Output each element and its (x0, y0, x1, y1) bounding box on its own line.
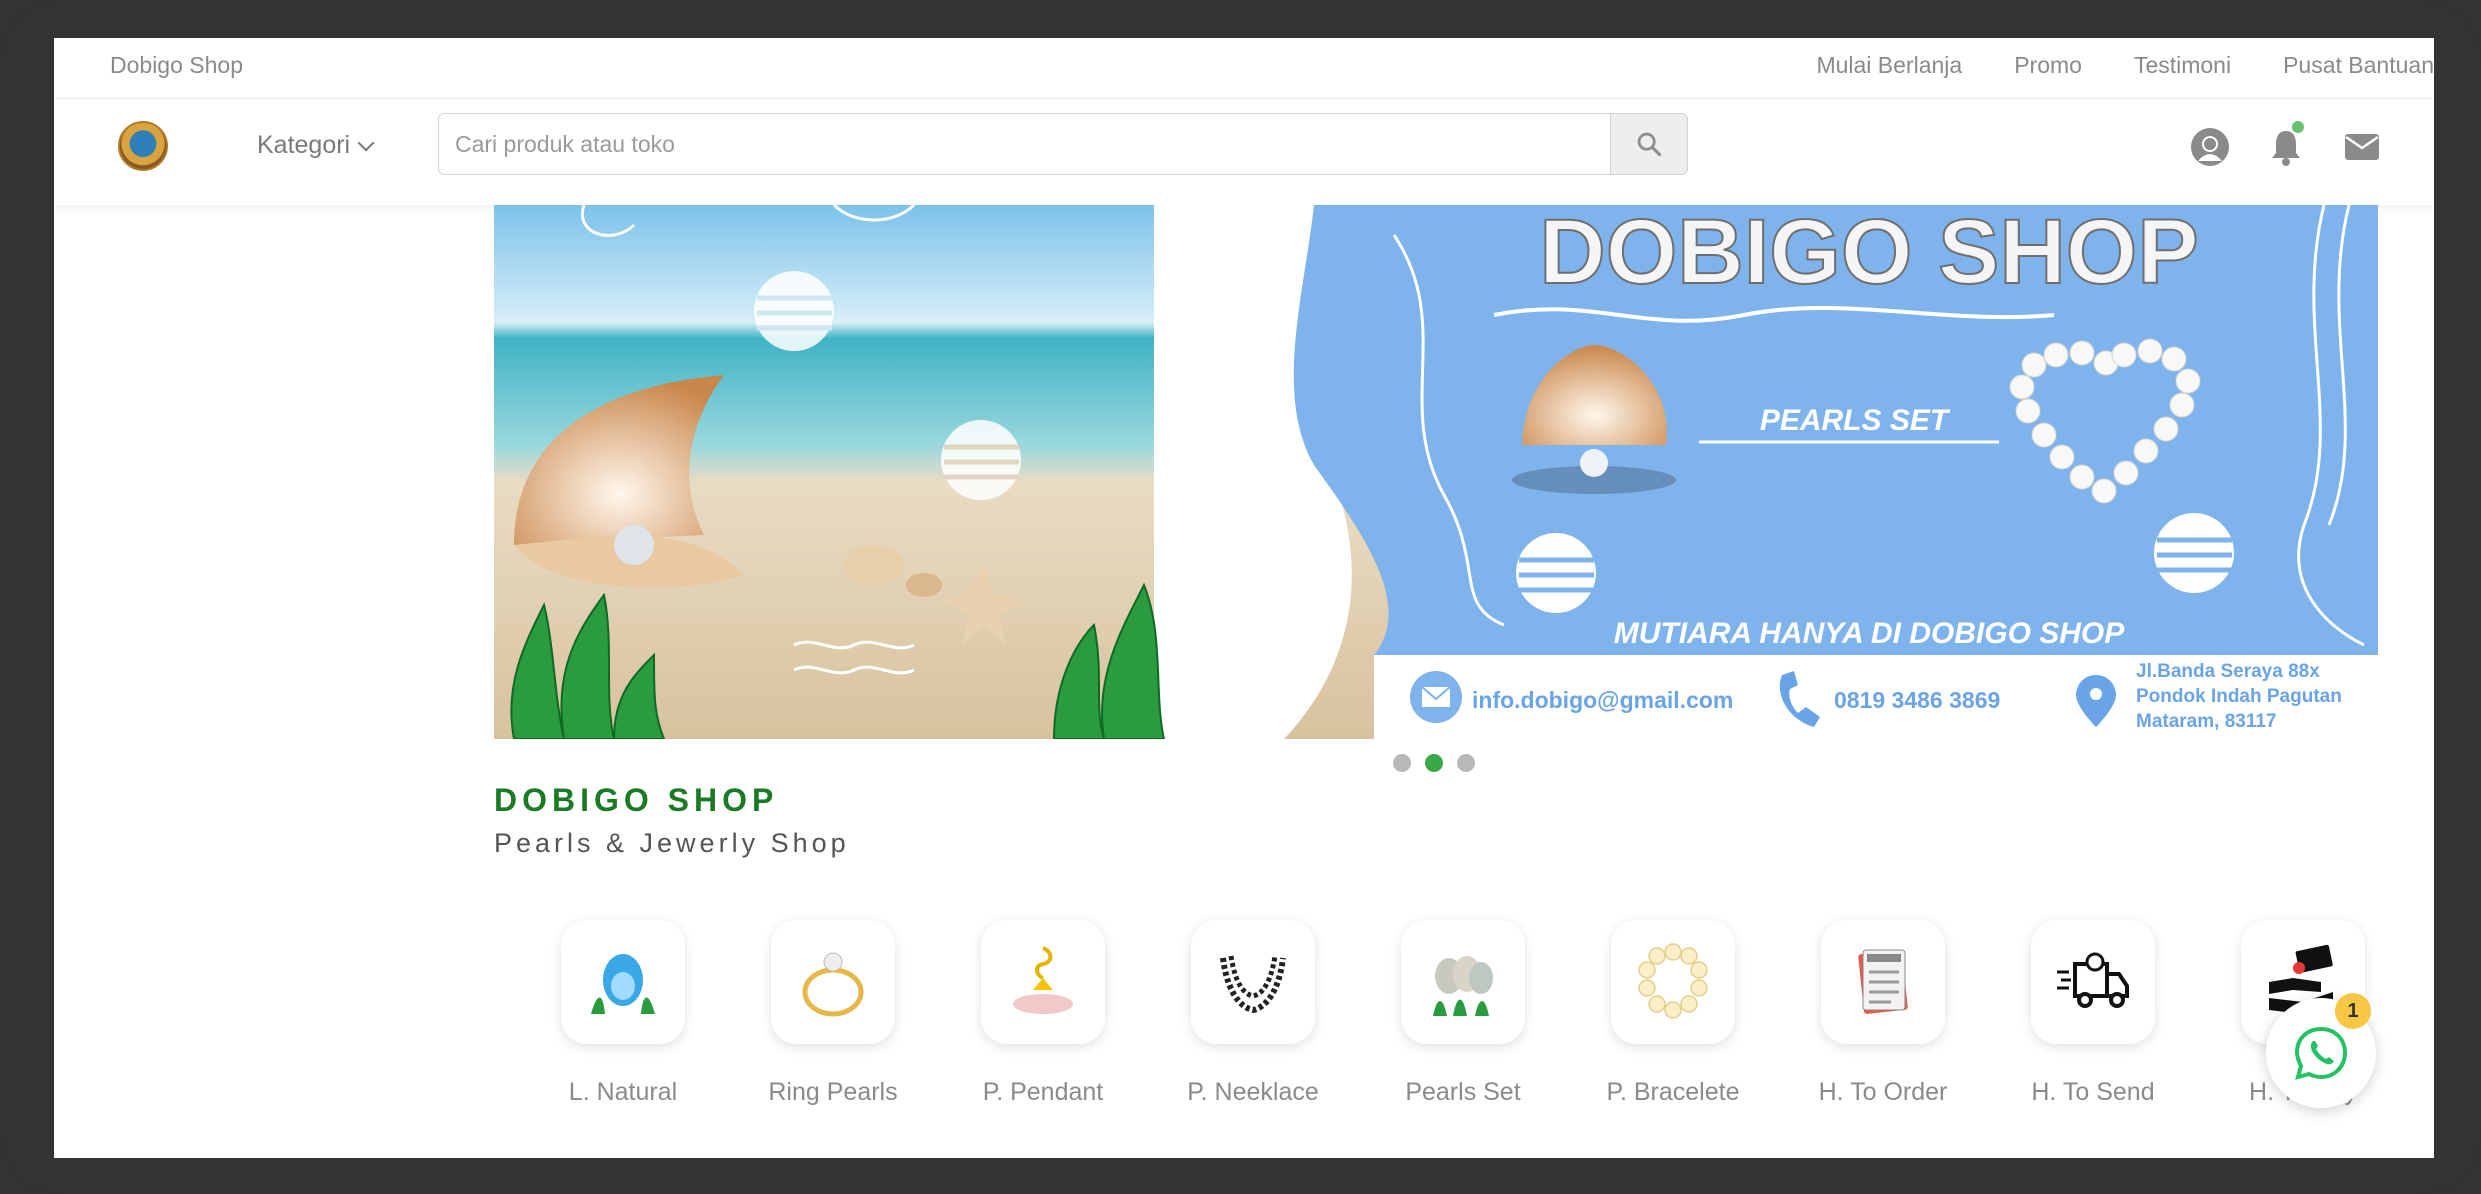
shop-tagline: Pearls & Jewerly Shop (494, 828, 850, 858)
browser-viewport: Dobigo Shop Mulai Berlanja Promo Testimo… (54, 38, 2434, 1158)
category-tile[interactable] (771, 920, 895, 1044)
user-icon (2191, 128, 2229, 166)
shop-name: DOBIGO SHOP (494, 782, 779, 818)
category-label: Ring Pearls (768, 1078, 898, 1106)
category-ring-pearls[interactable]: Ring Pearls (728, 920, 938, 1107)
category-label: Pearls Set (1405, 1078, 1521, 1106)
carousel-dot-1[interactable] (1393, 754, 1411, 772)
category-p-bracelete[interactable]: P. Bracelete (1568, 920, 1778, 1107)
banner-email: info.dobigo@gmail.com (1472, 687, 1733, 713)
category-tile[interactable] (1401, 920, 1525, 1044)
banner-phone: 0819 3486 3869 (1834, 687, 2000, 713)
pendant-icon (1013, 946, 1073, 1014)
category-label: P. Bracelete (1606, 1078, 1740, 1106)
search-icon (1637, 132, 1662, 157)
banner-image: DOBIGO SHOP PEARLS SET MUTIARA HANYA DI … (494, 205, 2378, 739)
shop-logo[interactable] (118, 121, 168, 171)
messages-button[interactable] (2342, 127, 2382, 167)
account-button[interactable] (2190, 127, 2230, 167)
category-tile[interactable] (1611, 920, 1735, 1044)
category-label: H. To Order (1818, 1078, 1948, 1106)
bracelet-icon (1638, 943, 1708, 1019)
notification-dot (2292, 121, 2304, 133)
link-promo[interactable]: Promo (2014, 52, 2082, 79)
carousel-dot-2[interactable] (1425, 754, 1443, 772)
banner-address-line2: Pondok Indah Pagutan (2136, 686, 2342, 707)
natural-pearl-icon (591, 954, 655, 1014)
promo-banner[interactable]: DOBIGO SHOP PEARLS SET MUTIARA HANYA DI … (494, 205, 2378, 739)
search-button[interactable] (1610, 114, 1687, 174)
category-label: L. Natural (568, 1078, 678, 1106)
kategori-dropdown[interactable]: Kategori (257, 131, 375, 160)
category-l-natural[interactable]: L. Natural (518, 920, 728, 1107)
banner-tagline: MUTIARA HANYA DI DOBIGO SHOP (1614, 617, 2126, 650)
header-icons (2190, 121, 2382, 167)
delivery-truck-icon (2057, 952, 2129, 1008)
notification-button[interactable] (2266, 121, 2306, 167)
category-label: H. To Send (2031, 1078, 2155, 1106)
pearls-set-icon (1433, 956, 1493, 1016)
category-tile[interactable] (2031, 920, 2155, 1044)
banner-address-line3: Mataram, 83117 (2136, 711, 2277, 732)
topbar-brand[interactable]: Dobigo Shop (110, 52, 243, 79)
category-h-to-send[interactable]: H. To Send (1988, 920, 2198, 1107)
link-mulai-berlanja[interactable]: Mulai Berlanja (1816, 52, 1962, 79)
device-frame: Dobigo Shop Mulai Berlanja Promo Testimo… (0, 0, 2481, 1194)
banner-address-line1: Jl.Banda Seraya 88x (2136, 661, 2320, 682)
category-p-pendant[interactable]: P. Pendant (938, 920, 1148, 1107)
order-icon (1858, 949, 1908, 1014)
search-input[interactable] (439, 114, 1610, 174)
carousel-dot-3[interactable] (1457, 754, 1475, 772)
kategori-label: Kategori (257, 131, 351, 159)
category-pearls-set[interactable]: Pearls Set (1358, 920, 1568, 1107)
main-header: Kategori (54, 99, 2434, 205)
chevron-down-icon (357, 134, 375, 151)
banner-subtitle: PEARLS SET (1760, 404, 1951, 437)
whatsapp-badge: 1 (2335, 993, 2371, 1029)
bell-icon (2272, 131, 2300, 166)
necklace-icon (1220, 955, 1286, 1014)
category-h-to-order[interactable]: H. To Order (1778, 920, 1988, 1107)
top-bar: Dobigo Shop Mulai Berlanja Promo Testimo… (54, 38, 2434, 99)
link-testimoni[interactable]: Testimoni (2134, 52, 2231, 79)
link-pusat-bantuan[interactable]: Pusat Bantuan (2283, 52, 2434, 79)
topbar-links: Mulai Berlanja Promo Testimoni Pusat Ban… (1816, 52, 2434, 79)
category-tile[interactable] (1191, 920, 1315, 1044)
carousel-dots (1393, 754, 1475, 772)
category-tile[interactable] (1821, 920, 1945, 1044)
category-tile[interactable] (981, 920, 1105, 1044)
category-tile[interactable] (561, 920, 685, 1044)
category-label: P. Neeklace (1187, 1078, 1319, 1106)
banner-title: DOBIGO SHOP (1539, 205, 2198, 303)
category-p-neeklace[interactable]: P. Neeklace (1148, 920, 1358, 1107)
category-list: L. Natural Ring Pearls P. Pendant P. Nee… (518, 920, 2408, 1107)
ring-icon (802, 952, 864, 1017)
whatsapp-icon (2294, 1026, 2348, 1080)
mail-icon (2345, 134, 2379, 160)
category-label: P. Pendant (982, 1078, 1104, 1106)
search-bar (438, 113, 1688, 175)
